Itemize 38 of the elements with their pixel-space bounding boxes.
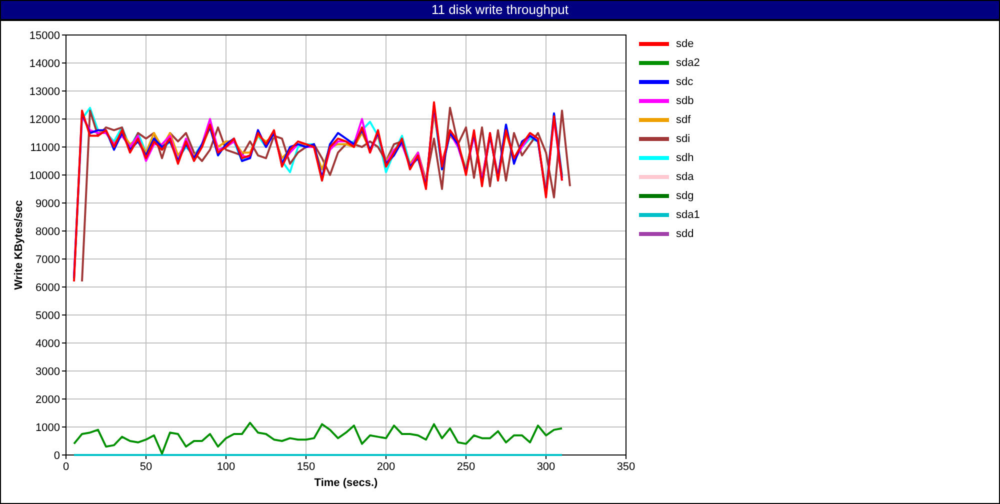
y-tick-label: 12000 (29, 114, 60, 126)
y-tick-label: 4000 (36, 338, 60, 350)
legend-label: sdd (676, 228, 694, 240)
x-tick-label: 250 (456, 461, 476, 473)
y-tick-label: 13000 (29, 86, 60, 98)
legend-label: sda (676, 170, 694, 182)
y-tick-label: 5000 (36, 310, 60, 322)
y-tick-label: 10000 (29, 170, 60, 182)
x-tick-label: 150 (296, 461, 316, 473)
legend-label: sdb (676, 94, 694, 106)
x-tick-label: 200 (376, 461, 396, 473)
y-tick-label: 7000 (36, 254, 60, 266)
y-tick-label: 0 (54, 450, 60, 462)
window-title: 11 disk write throughput (1, 1, 999, 21)
y-tick-label: 9000 (36, 198, 60, 210)
x-tick-label: 50 (140, 461, 152, 473)
y-tick-label: 1000 (36, 422, 60, 434)
y-tick-label: 15000 (29, 30, 60, 42)
legend-label: sdi (676, 132, 690, 144)
legend-label: sdc (676, 76, 694, 88)
y-tick-label: 8000 (36, 226, 60, 238)
legend-label: sda1 (676, 208, 700, 220)
legend-label: sde (676, 38, 694, 50)
x-axis-title: Time (secs.) (314, 477, 378, 489)
x-tick-label: 300 (536, 461, 556, 473)
x-tick-label: 100 (216, 461, 236, 473)
legend-label: sdg (676, 190, 694, 202)
legend-label: sdf (676, 114, 691, 126)
x-tick-label: 350 (616, 461, 636, 473)
y-tick-label: 6000 (36, 282, 60, 294)
legend-label: sda2 (676, 56, 700, 68)
y-tick-label: 2000 (36, 394, 60, 406)
y-tick-label: 11000 (30, 142, 60, 154)
y-axis-title: Write KBytes/sec (13, 200, 25, 290)
y-tick-label: 3000 (36, 366, 60, 378)
x-tick-label: 0 (62, 461, 70, 473)
y-tick-label: 14000 (29, 58, 60, 70)
legend-label: sdh (676, 152, 694, 164)
